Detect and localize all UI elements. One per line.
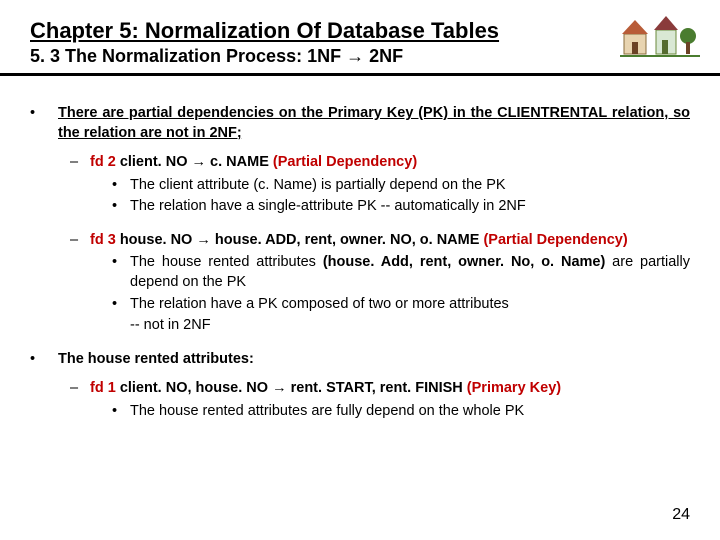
horizontal-rule [0,73,720,76]
fd3-heading: – fd 3 house. NO → house. ADD, rent, own… [70,231,690,251]
arrow-icon: → [196,232,211,248]
fd1-lhs: client. NO, house. NO [120,380,272,396]
fd1-sub-1: • The house rented attributes are fully … [112,402,690,422]
bullet-dot: • [112,197,130,217]
fd1-heading: – fd 1 client. NO, house. NO → rent. STA… [70,379,690,399]
page-number: 24 [672,506,690,524]
fd2-lhs: client. NO [120,154,192,170]
section-subtitle: 5. 3 The Normalization Process: 1NF → 2N… [30,46,690,67]
fd3-text-3: -- not in 2NF [130,316,690,336]
fd2-sub-1: • The client attribute (c. Name) is part… [112,176,690,196]
decorative-houses-icon [620,10,700,63]
subtitle-prefix: 5. 3 The Normalization Process: 1NF [30,46,346,66]
bullet-dot: • [112,253,130,292]
fd2-sub-2: • The relation have a single-attribute P… [112,197,690,217]
bullet-dot: • [30,350,58,370]
fd3-sub-1: • The house rented attributes (house. Ad… [112,253,690,292]
fd2-text-2: The relation have a single-attribute PK … [130,197,690,217]
fd3-tag: (Partial Dependency) [483,232,627,248]
fd3-rhs: house. ADD, rent, owner. NO, o. NAME [211,232,484,248]
bullet-main-1: • There are partial dependencies on the … [30,104,690,143]
arrow-icon: → [346,46,364,66]
bullet-main-2: • The house rented attributes: [30,350,690,370]
bullet-dot: • [112,295,130,315]
fd1-label: fd 1 [90,380,120,396]
arrow-icon: → [272,380,287,396]
arrow-icon: → [192,154,207,170]
dash-icon: – [70,153,90,173]
fd1-tag: (Primary Key) [467,380,561,396]
fd3-text-1a: The house rented attributes [130,254,323,270]
house-rented-heading: The house rented attributes: [58,350,690,370]
text-partial-deps: There are partial dependencies on the Pr… [58,105,497,121]
fd2-text-1: The client attribute (c. Name) is partia… [130,176,690,196]
fd3-sub-3: -- not in 2NF [112,316,690,336]
chapter-title: Chapter 5: Normalization Of Database Tab… [30,18,690,44]
fd2-tag: (Partial Dependency) [273,154,417,170]
fd3-text-1b: (house. Add, rent, owner. No, o. Name) [323,254,605,270]
fd3-lhs: house. NO [120,232,197,248]
fd1-rhs: rent. START, rent. FINISH [287,380,467,396]
fd3-text-2: The relation have a PK composed of two o… [130,295,690,315]
bullet-dot: • [112,402,130,422]
fd1-text-1: The house rented attributes are fully de… [130,402,690,422]
subtitle-suffix: 2NF [364,46,403,66]
slide-content: • There are partial dependencies on the … [30,104,690,421]
bullet-dot: • [30,104,58,143]
dash-icon: – [70,231,90,251]
fd2-heading: – fd 2 client. NO → c. NAME (Partial Dep… [70,153,690,173]
fd2-label: fd 2 [90,154,120,170]
dash-icon: – [70,379,90,399]
fd3-label: fd 3 [90,232,120,248]
bullet-dot: • [112,176,130,196]
fd3-sub-2: • The relation have a PK composed of two… [112,295,690,315]
spacer [112,316,130,336]
fd2-rhs: c. NAME [206,154,273,170]
text-clientrental: CLIENTRENTAL [497,105,607,121]
